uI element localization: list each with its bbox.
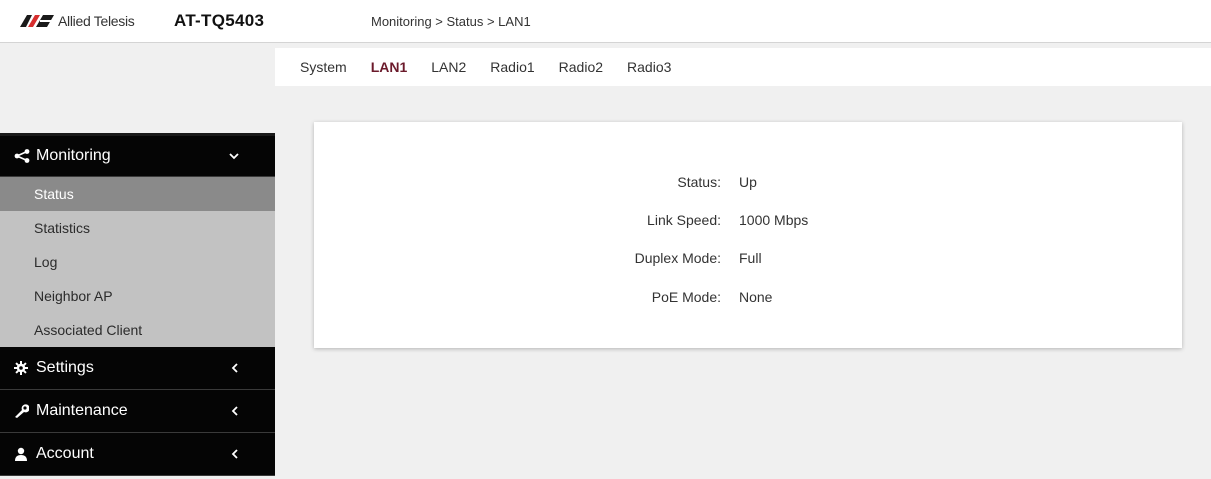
- poe-mode-label: PoE Mode:: [651, 289, 721, 305]
- sidebar-item-label: Maintenance: [36, 402, 128, 419]
- sidebar-item-status[interactable]: Status: [0, 177, 275, 211]
- tab-radio3[interactable]: Radio3: [615, 48, 683, 86]
- tab-system[interactable]: System: [288, 48, 359, 86]
- chevron-left-icon: [231, 390, 239, 432]
- sidebar-item-monitoring[interactable]: Monitoring: [0, 133, 275, 177]
- chevron-left-icon: [231, 433, 239, 475]
- sidebar-item-maintenance[interactable]: Maintenance: [0, 390, 275, 433]
- sidebar-item-associated-client[interactable]: Associated Client: [0, 313, 275, 347]
- sidebar-item-statistics[interactable]: Statistics: [0, 211, 275, 245]
- gear-icon: [14, 361, 32, 375]
- status-label: Status:: [677, 174, 721, 190]
- link-speed-value: 1000 Mbps: [739, 212, 809, 228]
- share-icon: [14, 149, 32, 163]
- sidebar-item-settings[interactable]: Settings: [0, 347, 275, 390]
- sidebar-item-account[interactable]: Account: [0, 433, 275, 476]
- status-value: Up: [739, 174, 757, 190]
- breadcrumb: Monitoring > Status > LAN1: [371, 14, 531, 29]
- tab-lan1[interactable]: LAN1: [359, 48, 420, 86]
- allied-telesis-logo[interactable]: Allied Telesis: [20, 12, 135, 30]
- duplex-mode-value: Full: [739, 250, 762, 266]
- duplex-mode-row: Duplex Mode: Full: [314, 250, 1182, 270]
- sidebar-item-neighbor-ap[interactable]: Neighbor AP: [0, 279, 275, 313]
- sidebar-item-log[interactable]: Log: [0, 245, 275, 279]
- sidebar-item-label: Settings: [36, 359, 94, 376]
- poe-mode-value: None: [739, 289, 773, 305]
- lan1-status-card: Status: Up Link Speed: 1000 Mbps Duplex …: [314, 122, 1182, 348]
- link-speed-row: Link Speed: 1000 Mbps: [314, 212, 1182, 232]
- duplex-mode-label: Duplex Mode:: [634, 250, 721, 266]
- tab-radio2[interactable]: Radio2: [547, 48, 615, 86]
- chevron-down-icon: [229, 136, 239, 176]
- logo-mark-icon: [20, 15, 54, 27]
- top-header: Allied Telesis AT-TQ5403 Monitoring > St…: [0, 0, 1211, 43]
- chevron-left-icon: [231, 347, 239, 389]
- sidebar-item-label: Monitoring: [36, 147, 111, 164]
- wrench-icon: [14, 404, 32, 418]
- link-speed-label: Link Speed:: [647, 212, 721, 228]
- tab-bar: System LAN1 LAN2 Radio1 Radio2 Radio3: [275, 48, 1211, 86]
- status-row: Status: Up: [314, 174, 1182, 194]
- sidebar-item-label: Account: [36, 445, 94, 462]
- tab-radio1[interactable]: Radio1: [478, 48, 546, 86]
- user-icon: [14, 447, 32, 461]
- monitoring-submenu: Status Statistics Log Neighbor AP Associ…: [0, 177, 275, 347]
- device-model: AT-TQ5403: [174, 11, 265, 30]
- poe-mode-row: PoE Mode: None: [314, 289, 1182, 309]
- tab-lan2[interactable]: LAN2: [419, 48, 478, 86]
- logo-text: Allied Telesis: [58, 13, 135, 29]
- sidebar: Monitoring Status Statistics Log Neighbo…: [0, 133, 275, 479]
